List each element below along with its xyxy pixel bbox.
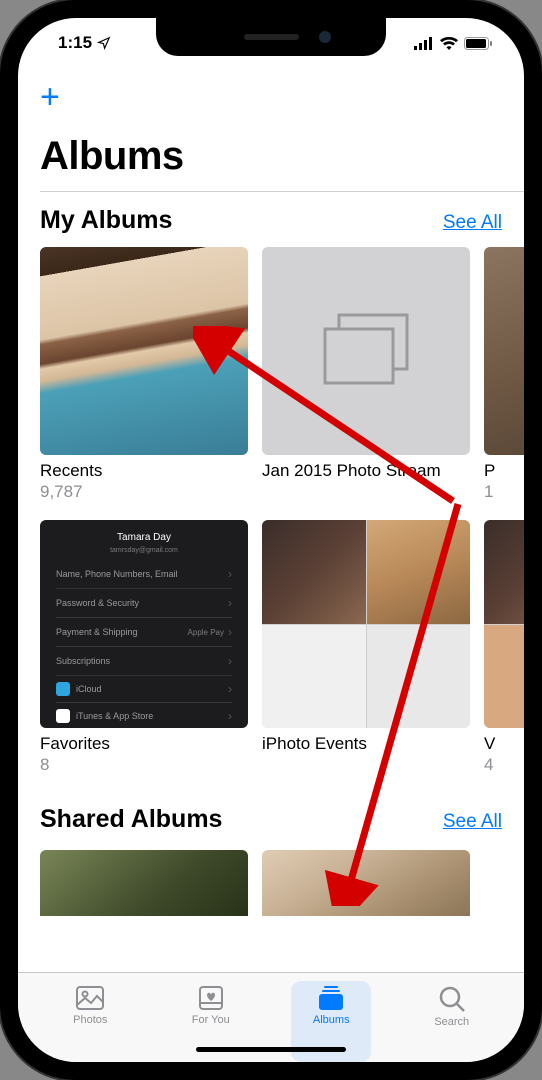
nav-bar: + (18, 68, 524, 126)
album-iphoto-events[interactable]: iPhoto Events (262, 520, 470, 775)
search-icon (438, 985, 466, 1013)
album-thumb (40, 247, 248, 455)
status-time: 1:15 (58, 33, 92, 53)
location-icon (97, 36, 111, 50)
album-count: 1 (484, 482, 524, 502)
tab-label: Albums (313, 1014, 350, 1026)
photos-icon (75, 985, 105, 1011)
tab-label: For You (192, 1014, 230, 1026)
album-count: 4 (484, 755, 524, 775)
album-count: 8 (40, 755, 248, 775)
tab-label: Search (434, 1016, 469, 1028)
album-partial-2[interactable]: V 4 (484, 520, 524, 775)
album-name: Favorites (40, 734, 248, 754)
section-header-shared: Shared Albums See All (18, 791, 524, 846)
album-row-1[interactable]: Recents 9,787 Jan 2015 Photo Stream P 1 (18, 247, 524, 502)
tab-search[interactable]: Search (412, 981, 492, 1062)
album-count: 9,787 (40, 482, 248, 502)
for-you-icon (196, 985, 226, 1011)
battery-icon (464, 37, 492, 50)
album-name: Jan 2015 Photo Stream (262, 461, 470, 481)
album-thumb (262, 247, 470, 455)
album-name: V (484, 734, 524, 754)
shared-album-row[interactable] (18, 846, 524, 916)
section-header-my-albums: My Albums See All (18, 192, 524, 247)
wifi-icon (440, 37, 458, 50)
shared-album-thumb[interactable] (262, 850, 470, 916)
notch (156, 18, 386, 56)
album-thumb (484, 520, 524, 728)
album-favorites[interactable]: Tamara Day tamrsday@gmail.com Name, Phon… (40, 520, 248, 775)
home-indicator[interactable] (196, 1047, 346, 1052)
album-row-2[interactable]: Tamara Day tamrsday@gmail.com Name, Phon… (18, 520, 524, 775)
see-all-link[interactable]: See All (443, 212, 502, 234)
tab-photos[interactable]: Photos (50, 981, 130, 1062)
album-thumb (262, 520, 470, 728)
section-title: My Albums (40, 206, 172, 235)
screen: 1:15 + Albums My Albums See All R (18, 18, 524, 1062)
album-thumb: Tamara Day tamrsday@gmail.com Name, Phon… (40, 520, 248, 728)
photo-stack-icon (321, 313, 411, 389)
section-title: Shared Albums (40, 805, 222, 834)
page-title: Albums (18, 126, 524, 191)
album-recents[interactable]: Recents 9,787 (40, 247, 248, 502)
shared-album-thumb[interactable] (40, 850, 248, 916)
see-all-link[interactable]: See All (443, 811, 502, 833)
phone-frame: 1:15 + Albums My Albums See All R (0, 0, 542, 1080)
album-name: iPhoto Events (262, 734, 470, 754)
cellular-icon (414, 37, 434, 50)
album-name: Recents (40, 461, 248, 481)
albums-icon (316, 985, 346, 1011)
album-partial-1[interactable]: P 1 (484, 247, 524, 502)
tab-label: Photos (73, 1014, 107, 1026)
add-album-button[interactable]: + (40, 80, 60, 114)
album-name: P (484, 461, 524, 481)
content-scroll[interactable]: Albums My Albums See All Recents 9,787 J… (18, 126, 524, 972)
album-photo-stream[interactable]: Jan 2015 Photo Stream (262, 247, 470, 502)
album-thumb (484, 247, 524, 455)
